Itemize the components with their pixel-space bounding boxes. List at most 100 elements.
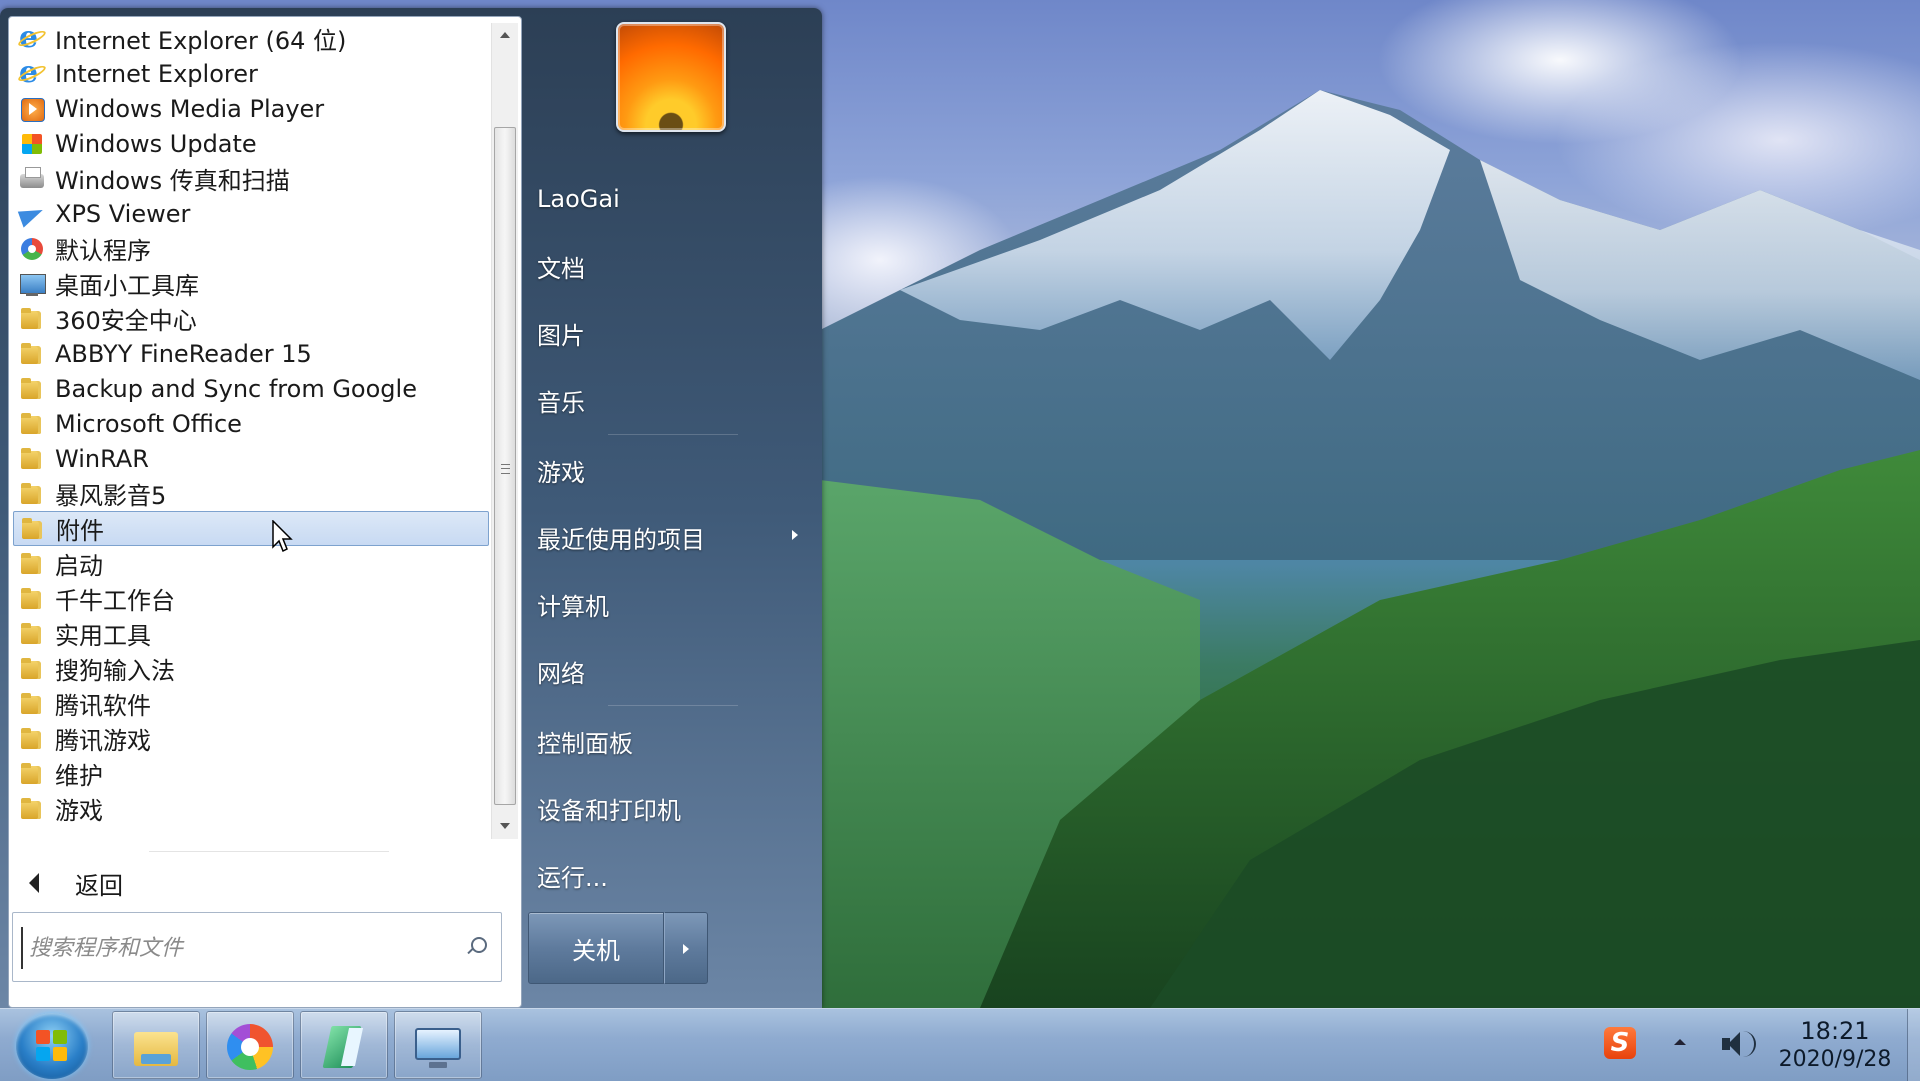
search-box[interactable] [12,912,502,982]
program-label: ABBYY FineReader 15 [55,339,312,368]
program-item[interactable]: XPS Viewer [13,196,489,231]
right-item-devices[interactable]: 设备和打印机 [528,785,818,831]
right-item-control-panel[interactable]: 控制面板 [528,718,818,764]
program-item[interactable]: ABBYY FineReader 15 [13,336,489,371]
logo-red [36,1030,50,1044]
program-list-scrollbar[interactable] [491,23,518,839]
program-label: 附件 [56,517,104,545]
logo-yellow [53,1047,67,1061]
sogou-ime-icon[interactable]: S [1604,1027,1636,1059]
search-icon[interactable] [471,937,487,953]
program-label: WinRAR [55,444,149,473]
program-label: Microsoft Office [55,409,242,438]
folder-icon [18,514,48,544]
back-label: 返回 [75,871,123,900]
network-label: 网络 [537,659,585,688]
right-item-music[interactable]: 音乐 [528,377,818,423]
search-input[interactable] [21,927,471,969]
logo-green [53,1030,67,1044]
program-item[interactable]: Windows Media Player [13,91,489,126]
right-item-run[interactable]: 运行... [528,852,818,898]
taskbar: S 18:21 2020/9/28 [0,1008,1920,1081]
program-label: Windows 传真和扫描 [55,167,290,195]
program-label: XPS Viewer [55,199,191,228]
right-item-computer[interactable]: 计算机 [528,581,818,627]
program-label: Internet Explorer [55,59,258,88]
program-item[interactable]: Internet Explorer (64 位) [13,20,489,56]
scrollbar-thumb[interactable] [494,127,516,805]
program-item[interactable]: 桌面小工具库 [13,266,489,301]
program-label: 启动 [55,552,103,580]
scrollbar-grip-icon [501,464,510,474]
taskbar-notebook-button[interactable] [300,1011,388,1079]
xps-icon [17,199,47,229]
divider [149,851,389,852]
tray-expand-icon[interactable] [1674,1039,1686,1045]
program-item[interactable]: 实用工具 [13,616,489,651]
folder-icon [17,409,47,439]
notebook-icon [319,1022,369,1070]
taskbar-explorer-button[interactable] [112,1011,200,1079]
program-item[interactable]: 腾讯软件 [13,686,489,721]
program-item[interactable]: 360安全中心 [13,301,489,336]
program-item[interactable]: 搜狗输入法 [13,651,489,686]
shutdown-options-arrow-icon[interactable] [664,912,708,984]
program-label: Backup and Sync from Google [55,374,417,403]
program-item[interactable]: Internet Explorer [13,55,489,91]
user-avatar[interactable] [616,22,726,132]
program-label: 暴风影音5 [55,482,167,510]
right-item-network[interactable]: 网络 [528,648,818,694]
shutdown-button[interactable]: 关机 [528,912,664,984]
program-item[interactable]: 游戏 [13,791,489,826]
program-item[interactable]: Windows Update [13,126,489,161]
right-item-user[interactable]: LaoGai [528,176,818,222]
back-button[interactable]: 返回 [15,863,505,903]
folder-icon [17,549,47,579]
scroll-down-arrow-icon[interactable] [492,813,518,839]
program-item[interactable]: 附件 [13,511,489,546]
right-separator [608,705,738,706]
program-item[interactable]: Backup and Sync from Google [13,371,489,406]
program-label: 360安全中心 [55,307,197,335]
computer-label: 计算机 [537,592,609,621]
program-item[interactable]: 腾讯游戏 [13,721,489,756]
right-item-recent[interactable]: 最近使用的项目 [528,514,818,560]
clock-time: 18:21 [1800,1017,1870,1045]
start-button[interactable] [16,1013,88,1079]
folder-icon [17,689,47,719]
program-label: Internet Explorer (64 位) [55,27,347,55]
remote-desktop-icon [413,1022,463,1070]
folder-icon [17,584,47,614]
recent-label: 最近使用的项目 [537,525,705,554]
folder-icon [17,654,47,684]
right-item-pictures[interactable]: 图片 [528,310,818,356]
program-label: 游戏 [55,797,103,825]
program-item[interactable]: Microsoft Office [13,406,489,441]
program-item[interactable]: 千牛工作台 [13,581,489,616]
program-item[interactable]: 启动 [13,546,489,581]
program-item[interactable]: WinRAR [13,441,489,476]
program-label: Windows Update [55,129,257,158]
taskbar-remote-desktop-button[interactable] [394,1011,482,1079]
right-item-games[interactable]: 游戏 [528,447,818,493]
program-item[interactable]: Windows 传真和扫描 [13,161,489,196]
gadget-icon [17,269,47,299]
scroll-up-arrow-icon[interactable] [492,23,518,49]
folder-icon [17,759,47,789]
show-desktop-button[interactable] [1907,1009,1920,1081]
mouse-cursor-icon [272,520,293,553]
program-label: Windows Media Player [55,94,325,123]
wu-icon [17,129,47,159]
right-item-documents[interactable]: 文档 [528,243,818,289]
program-label: 维护 [55,762,103,790]
program-item[interactable]: 暴风影音5 [13,476,489,511]
program-item[interactable]: 默认程序 [13,231,489,266]
right-separator [608,434,738,435]
program-item[interactable]: 维护 [13,756,489,791]
taskbar-browser-button[interactable] [206,1011,294,1079]
taskbar-clock[interactable]: 18:21 2020/9/28 [1770,1017,1900,1075]
shutdown-label: 关机 [572,936,620,965]
submenu-arrow-icon [792,530,798,540]
folder-icon [17,304,47,334]
all-programs-list: Internet Explorer (64 位) Internet Explore… [9,17,491,837]
